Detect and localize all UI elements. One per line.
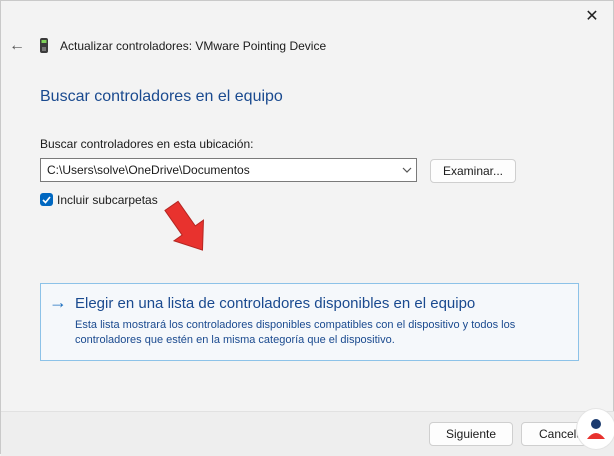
red-arrow-icon: [164, 200, 204, 251]
close-button[interactable]: ✕: [579, 5, 605, 27]
include-subfolders-label[interactable]: Incluir subcarpetas: [57, 193, 158, 207]
choose-option-title: Elegir en una lista de controladores dis…: [75, 295, 476, 312]
close-icon: ✕: [585, 8, 599, 25]
back-button[interactable]: ←: [7, 36, 27, 56]
include-subfolders-checkbox[interactable]: [40, 193, 53, 206]
logo-icon: [576, 408, 614, 450]
path-combobox[interactable]: C:\Users\solve\OneDrive\Documentos: [40, 158, 417, 182]
choose-from-list-option[interactable]: → Elegir en una lista de controladores d…: [40, 283, 579, 361]
choose-option-description: Esta lista mostrará los controladores di…: [75, 319, 516, 346]
arrow-right-icon: →: [49, 292, 67, 312]
update-driver-dialog: ✕ ← Actualizar controladores: VMware Poi…: [0, 0, 614, 456]
checkmark-icon: [42, 195, 51, 204]
chevron-down-icon[interactable]: [398, 167, 416, 173]
next-button[interactable]: Siguiente: [429, 422, 513, 446]
browse-button[interactable]: Examinar...: [430, 159, 516, 183]
path-value: C:\Users\solve\OneDrive\Documentos: [47, 163, 250, 177]
back-arrow-icon: ←: [9, 37, 25, 54]
device-icon: [40, 38, 48, 53]
page-heading: Buscar controladores en el equipo: [40, 88, 283, 105]
dialog-footer: Siguiente Cancelar: [1, 411, 614, 456]
dialog-title: Actualizar controladores: VMware Pointin…: [60, 39, 327, 53]
path-label: Buscar controladores en esta ubicación:: [40, 137, 254, 151]
